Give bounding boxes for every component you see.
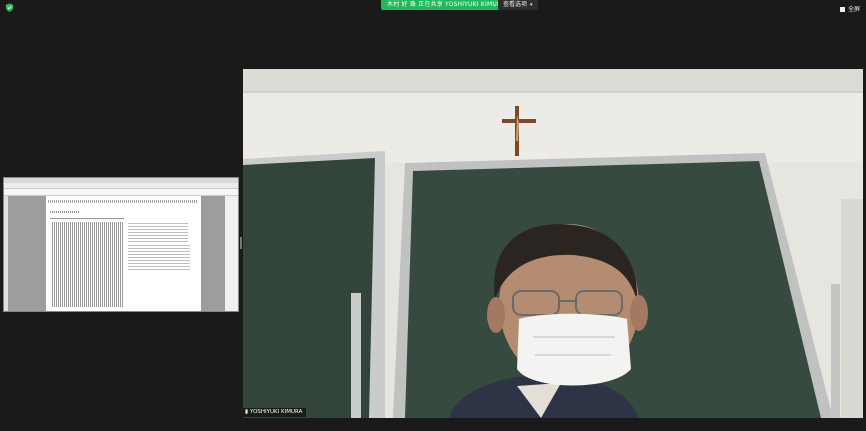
shared-window-right-pane	[225, 196, 238, 311]
view-options-button[interactable]: 查看选项 ▾	[498, 0, 538, 10]
view-options-label: 查看选项	[503, 1, 528, 8]
fullscreen-icon	[839, 7, 845, 12]
shared-window-margin-left	[8, 196, 46, 311]
board-handle-left	[351, 293, 361, 418]
participant-name: YOSHIYUKI KIMURA	[250, 409, 303, 415]
security-shield-icon[interactable]	[5, 3, 14, 12]
shared-window-toolbar-secondary	[4, 189, 238, 196]
chevron-down-icon: ▾	[530, 2, 533, 8]
split-view-handle[interactable]	[240, 237, 242, 249]
shared-screen-thumbnail[interactable]	[3, 177, 239, 312]
fullscreen-button[interactable]: 全屏	[839, 4, 860, 13]
mic-signal-icon: ▮	[245, 409, 249, 415]
meeting-top-bar: 木村 好 珠 正在共享 YOSHIYUKI KIMURA的屏幕 查看选项 ▾ 全屏	[0, 0, 866, 14]
participant-video-frame	[243, 69, 863, 418]
shared-document-page	[46, 196, 201, 311]
shared-window-margin-right	[201, 196, 225, 311]
participant-name-tag: ▮ YOSHIYUKI KIMURA	[243, 408, 307, 417]
participant-video-tile[interactable]: ▮ YOSHIYUKI KIMURA	[243, 69, 863, 418]
fullscreen-label: 全屏	[847, 6, 860, 13]
board-handle-right	[831, 284, 840, 418]
